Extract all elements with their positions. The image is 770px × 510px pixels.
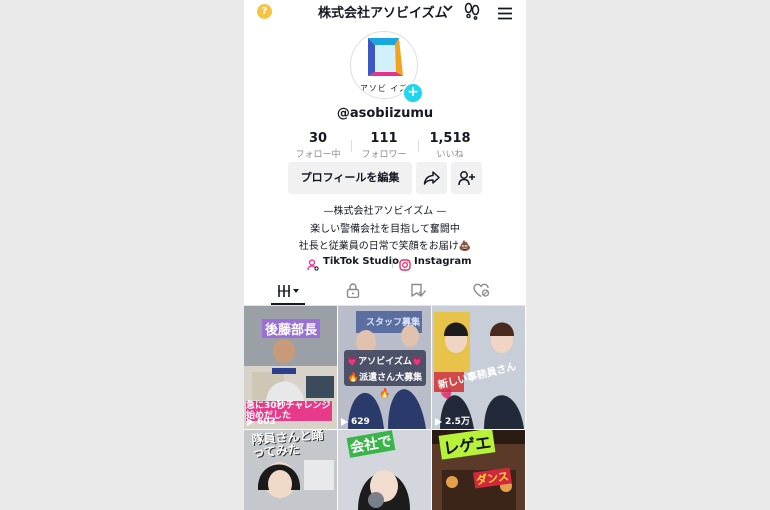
- stat-likes[interactable]: 1,518 いいね: [417, 131, 483, 160]
- view-count: 2.5万: [435, 414, 470, 427]
- play-icon: [247, 417, 254, 426]
- bio-line: —株式会社アソビイズム —: [323, 206, 447, 217]
- likes-label: いいね: [436, 150, 464, 160]
- stat-following[interactable]: 30 フォロー中: [285, 131, 351, 160]
- video-thumbnail[interactable]: レゲエ ダンス: [432, 430, 525, 510]
- instagram-icon: [399, 256, 411, 275]
- username: @asobiizumu: [336, 106, 434, 121]
- followers-label: フォロワー: [361, 150, 407, 160]
- heart-hidden-icon: [473, 283, 490, 298]
- hamburger-menu-icon[interactable]: [497, 5, 513, 24]
- video-thumbnail[interactable]: 会社で: [338, 430, 431, 510]
- add-avatar-button[interactable]: +: [402, 82, 424, 104]
- view-count-text: 603: [257, 417, 276, 427]
- view-count-text: 629: [351, 417, 370, 427]
- profile-screen: ? 株式会社アソビイズム アソビ イズ + @asobiizumu 30 フォロ…: [244, 0, 526, 510]
- following-count: 30: [308, 131, 328, 146]
- followers-count: 111: [370, 131, 398, 146]
- video-title: 後藤部長: [262, 319, 321, 338]
- bio-line: 楽しい警備会社を目指して奮闘中: [310, 224, 460, 235]
- add-friend-button[interactable]: [451, 162, 482, 194]
- view-count: 629: [341, 417, 370, 427]
- stat-followers[interactable]: 111 フォロワー: [351, 131, 417, 160]
- view-count-text: 2.5万: [445, 417, 470, 427]
- video-thumbnail[interactable]: スタッフ募集 💗アソビイズム💗 🔥派遣さん大募集🔥 629: [338, 306, 431, 429]
- bio-line: 社長と従業員の日常で笑顔をお届け💩: [298, 241, 472, 252]
- videos-grid-icon: [278, 285, 299, 297]
- video-thumbnail[interactable]: 隊員さんと踊ってみた: [244, 430, 337, 510]
- share-profile-button[interactable]: [416, 162, 447, 194]
- tab-liked[interactable]: [473, 283, 490, 302]
- link-divider: [392, 258, 393, 268]
- footprint-icon[interactable]: [464, 2, 480, 24]
- video-thumbnail[interactable]: 新しい事務員さん💗 2.5万: [432, 306, 525, 429]
- play-icon: [435, 417, 442, 426]
- view-count: 603: [247, 417, 276, 427]
- repost-bookmark-icon: [411, 283, 427, 297]
- tiktok-studio-icon: [307, 256, 319, 275]
- share-icon: [423, 171, 440, 185]
- tab-reposts[interactable]: [410, 283, 427, 302]
- instagram-link[interactable]: Instagram: [414, 256, 472, 267]
- coin-icon[interactable]: ?: [257, 4, 272, 19]
- add-user-icon: [458, 171, 475, 186]
- account-switcher[interactable]: 株式会社アソビイズム: [318, 2, 448, 21]
- tab-videos[interactable]: [277, 283, 301, 302]
- following-label: フォロー中: [295, 150, 341, 160]
- play-icon: [341, 417, 348, 426]
- lock-icon: [346, 283, 360, 299]
- video-thumbnail[interactable]: 後藤部長 急に30秒チャレンジ始めだした 603: [244, 306, 337, 429]
- chevron-down-icon[interactable]: [443, 3, 453, 16]
- video-caption: 💗アソビイズム💗 🔥派遣さん大募集🔥: [346, 357, 424, 399]
- video-title: スタッフ募集: [366, 318, 421, 328]
- tiktok-studio-link[interactable]: TikTok Studio: [323, 256, 399, 267]
- tab-private[interactable]: [346, 283, 360, 302]
- likes-count: 1,518: [429, 131, 471, 146]
- edit-profile-button[interactable]: プロフィールを編集: [288, 162, 412, 194]
